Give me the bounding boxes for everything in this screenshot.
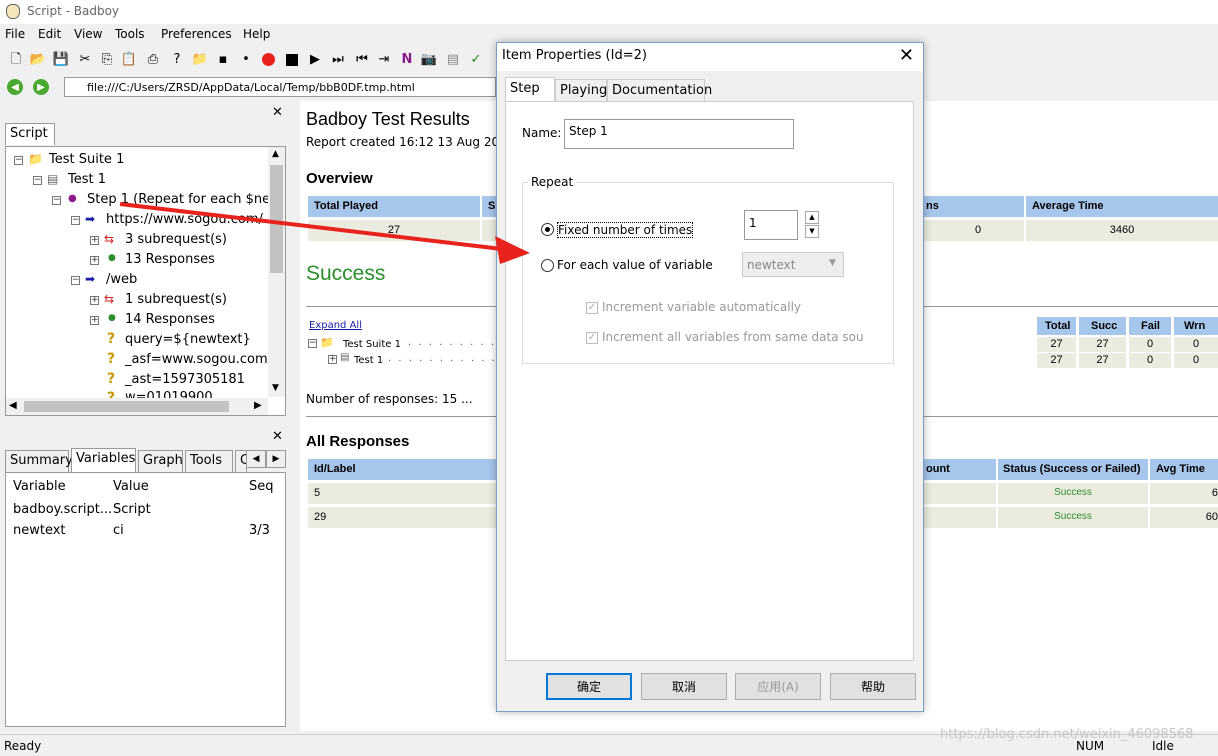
status-num: NUM <box>1076 739 1105 753</box>
status-bar: Ready https://blog.csdn.net/weixin_46098… <box>0 727 1218 756</box>
arrow-head <box>495 236 530 264</box>
annotation-arrow <box>119 202 530 264</box>
status-text: Ready <box>4 739 42 753</box>
status-idle: Idle <box>1152 739 1174 753</box>
arrow-line <box>119 202 503 251</box>
